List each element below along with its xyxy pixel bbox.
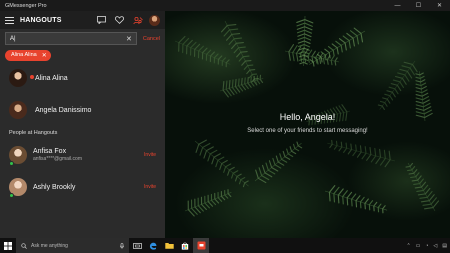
taskbar-search-box[interactable]: Ask me anything <box>16 238 129 253</box>
welcome-area: Hello, Angela! Select one of your friend… <box>165 11 450 238</box>
chat-icon[interactable] <box>95 14 108 27</box>
clear-search-icon[interactable]: ✕ <box>126 35 132 43</box>
welcome-subtitle: Select one of your friends to start mess… <box>247 128 368 134</box>
search-icon <box>21 242 27 249</box>
online-status-icon <box>9 161 14 166</box>
microphone-icon[interactable] <box>120 242 124 249</box>
contact-item[interactable]: Angela Danissimo <box>0 94 165 126</box>
contact-item[interactable]: Alina Alina <box>0 62 165 94</box>
contacts-panel: HANGOUTS A| ✕ Cancel Alina Alina ✕ Alina… <box>0 11 165 238</box>
contact-name: Angela Danissimo <box>35 106 92 114</box>
remove-chip-icon[interactable]: ✕ <box>42 52 47 59</box>
volume-icon[interactable]: ◁ <box>433 243 437 249</box>
hamburger-menu-icon[interactable] <box>5 16 14 24</box>
windows-start-icon[interactable] <box>0 238 16 253</box>
contact-name: Alina Alina <box>35 74 68 82</box>
maximize-button[interactable]: ☐ <box>408 0 429 11</box>
taskbar: Ask me anything ⌃ ▭ ◔ ◁ ▤ <box>0 238 450 253</box>
window-titlebar: GMessenger Pro — ☐ ✕ <box>0 0 450 11</box>
search-value: A| <box>10 35 16 42</box>
gmessenger-app-icon[interactable] <box>193 238 209 253</box>
task-view-icon[interactable] <box>129 238 145 253</box>
close-button[interactable]: ✕ <box>429 0 450 11</box>
app-name: HANGOUTS <box>20 16 62 24</box>
section-title: People at Hangouts <box>9 130 58 136</box>
cancel-button[interactable]: Cancel <box>143 36 160 42</box>
contact-avatar <box>9 101 27 119</box>
heart-icon[interactable] <box>113 14 126 27</box>
system-tray: ⌃ ▭ ◔ ◁ ▤ <box>401 238 450 253</box>
online-status-icon <box>9 193 14 198</box>
file-explorer-icon[interactable] <box>161 238 177 253</box>
search-input[interactable]: A| ✕ <box>5 32 137 45</box>
window-title: GMessenger Pro <box>5 2 47 9</box>
network-icon[interactable]: ◔ <box>425 243 428 249</box>
window-controls: — ☐ ✕ <box>387 0 450 11</box>
people-item[interactable]: Anfisa Fox anfisa****@gmail.com Invite <box>0 139 165 171</box>
person-email: anfisa****@gmail.com <box>33 156 82 162</box>
person-info: Ashly Brookly <box>33 184 144 191</box>
minimize-button[interactable]: — <box>387 0 408 11</box>
people-item[interactable]: Ashly Brookly Invite <box>0 171 165 203</box>
user-avatar[interactable] <box>149 14 160 26</box>
tray-chevron-icon[interactable]: ⌃ <box>406 243 410 249</box>
person-name: Ashly Brookly <box>33 183 76 191</box>
chip-label: Alina Alina <box>11 52 37 58</box>
taskbar-search-placeholder: Ask me anything <box>31 242 68 249</box>
edge-browser-icon[interactable] <box>145 238 161 253</box>
greeting: Hello, Angela! <box>279 112 336 122</box>
foliage-background <box>174 15 440 217</box>
invite-button[interactable]: Invite <box>144 184 156 190</box>
invite-button[interactable]: Invite <box>144 152 156 158</box>
search-row: A| ✕ Cancel <box>0 29 165 48</box>
contact-avatar <box>9 69 27 87</box>
selected-dot-icon <box>30 75 34 79</box>
store-icon[interactable] <box>177 238 193 253</box>
selected-chips: Alina Alina ✕ <box>0 48 165 62</box>
add-people-icon[interactable] <box>131 14 144 27</box>
selected-chip[interactable]: Alina Alina ✕ <box>5 49 51 61</box>
panel-header: HANGOUTS <box>0 11 165 29</box>
person-info: Anfisa Fox anfisa****@gmail.com <box>33 148 144 162</box>
person-name: Anfisa Fox <box>33 148 67 155</box>
notifications-icon[interactable]: ▤ <box>442 243 447 249</box>
battery-icon[interactable]: ▭ <box>416 243 421 249</box>
